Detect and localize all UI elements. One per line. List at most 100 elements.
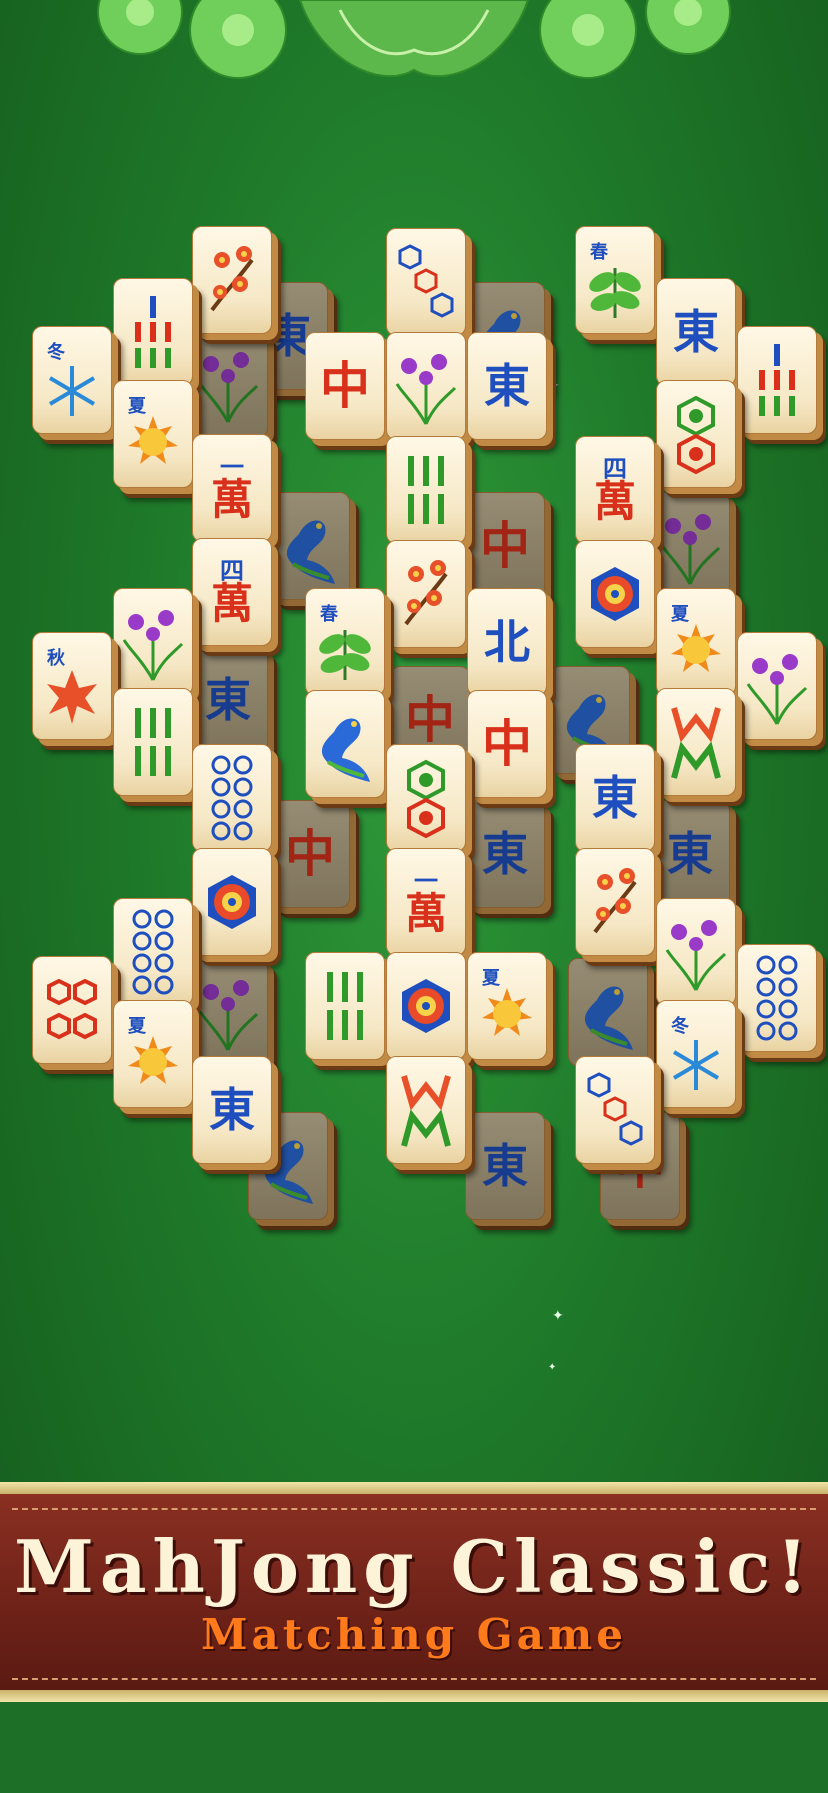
mahjong-tile-dot3[interactable] <box>386 228 466 336</box>
mahjong-tile-summer[interactable]: 夏 <box>467 952 547 1060</box>
mahjong-tile-dot2[interactable] <box>386 744 466 852</box>
red-dragon-tile-icon: 中 <box>480 516 530 575</box>
mahjong-tile-east[interactable]: 東 <box>467 332 547 440</box>
mahjong-tile-summer[interactable]: 夏 <box>113 1000 193 1108</box>
dot2-tile-icon <box>387 745 465 851</box>
dot3-tile-icon <box>387 229 465 335</box>
mahjong-tile-dot2[interactable] <box>656 380 736 488</box>
mahjong-tile-dot8[interactable] <box>113 898 193 1006</box>
bird-tile-icon <box>306 691 384 797</box>
mahjong-tile-char4[interactable]: 四萬 <box>192 538 272 646</box>
mahjong-tile-summer[interactable]: 夏 <box>113 380 193 488</box>
orchid-tile-icon <box>738 633 816 739</box>
char1-tile-icon: 一萬 <box>210 452 253 524</box>
bamboo6-tile-icon <box>387 437 465 543</box>
game-subtitle: Matching Game <box>201 1610 627 1659</box>
mahjong-tile-plum[interactable] <box>386 540 466 648</box>
mahjong-tile-orchid <box>188 330 268 438</box>
dot1-tile-icon <box>193 849 271 955</box>
bird-tile-icon <box>271 493 349 599</box>
east-tile-icon: 東 <box>592 771 638 825</box>
mahjong-tile-winter[interactable]: 冬 <box>32 326 112 434</box>
mahjong-tile-east[interactable]: 東 <box>192 1056 272 1164</box>
spring-tile-icon: 春 <box>306 589 384 695</box>
title-banner: MahJong Classic! Matching Game <box>0 1482 828 1712</box>
mahjong-tile-plum[interactable] <box>575 848 655 956</box>
spring-tile-icon: 春 <box>576 227 654 333</box>
svg-text:夏: 夏 <box>128 1016 147 1037</box>
dot8-tile-icon <box>738 945 816 1051</box>
red-dragon-tile-icon: 中 <box>285 824 335 883</box>
mahjong-tile-bamboo5[interactable] <box>737 326 817 434</box>
char4-tile-icon: 四萬 <box>210 556 253 628</box>
mahjong-tile-bamboo6[interactable] <box>305 952 385 1060</box>
summer-tile-icon: 夏 <box>114 1001 192 1107</box>
mahjong-tile-winter[interactable]: 冬 <box>656 1000 736 1108</box>
sparkle: ✦ <box>548 378 560 394</box>
mahjong-tile-east: 東 <box>650 800 730 908</box>
mahjong-tile-spring[interactable]: 春 <box>305 588 385 696</box>
east-tile-icon: 東 <box>667 827 713 881</box>
bamboo5-tile-icon <box>738 327 816 433</box>
mahjong-tile-dot1[interactable] <box>386 952 466 1060</box>
east-tile-icon: 東 <box>482 827 528 881</box>
sparkle: ✦ <box>548 1362 557 1373</box>
svg-text:冬: 冬 <box>47 341 65 363</box>
east-tile-icon: 東 <box>673 305 719 359</box>
mahjong-tile-dot8[interactable] <box>192 744 272 852</box>
mahjong-tile-orchid[interactable] <box>737 632 817 740</box>
mahjong-tile-orchid[interactable] <box>113 588 193 696</box>
wm-tile-icon <box>387 1057 465 1163</box>
mahjong-tile-bamboo5[interactable] <box>113 278 193 386</box>
mahjong-tile-char4[interactable]: 四萬 <box>575 436 655 544</box>
svg-text:夏: 夏 <box>482 968 501 989</box>
orchid-tile-icon <box>651 493 729 599</box>
bamboo6-tile-icon <box>306 953 384 1059</box>
dot8-tile-icon <box>193 745 271 851</box>
mahjong-tile-dot3[interactable] <box>575 1056 655 1164</box>
mahjong-tile-bamboo6[interactable] <box>113 688 193 796</box>
north-tile-icon: 北 <box>484 615 530 669</box>
east-tile-icon: 東 <box>484 359 530 413</box>
summer-tile-icon: 夏 <box>657 589 735 695</box>
mahjong-board: ✦ ✦ ✦ 東中東中中東東東中冬夏一萬四萬秋夏東中東春北中一萬夏春東四萬夏東冬 <box>0 0 828 1373</box>
mahjong-tile-red-dragon[interactable]: 中 <box>467 690 547 798</box>
char4-tile-icon: 四萬 <box>593 454 636 526</box>
mahjong-tile-summer[interactable]: 夏 <box>656 588 736 696</box>
mahjong-tile-wm[interactable] <box>656 688 736 796</box>
mahjong-tile-dot1[interactable] <box>575 540 655 648</box>
mahjong-tile-east[interactable]: 東 <box>656 278 736 386</box>
mahjong-tile-bird[interactable] <box>305 690 385 798</box>
plum-tile-icon <box>576 849 654 955</box>
mahjong-tile-east[interactable]: 東 <box>575 744 655 852</box>
winter-tile-icon: 冬 <box>657 1001 735 1107</box>
mahjong-tile-char1[interactable]: 一萬 <box>386 848 466 956</box>
mahjong-tile-plum[interactable] <box>192 226 272 334</box>
mahjong-tile-orchid[interactable] <box>656 898 736 1006</box>
mahjong-tile-spring[interactable]: 春 <box>575 226 655 334</box>
mahjong-tile-dot1[interactable] <box>192 848 272 956</box>
mahjong-tile-bamboo6[interactable] <box>386 436 466 544</box>
mahjong-tile-autumn[interactable]: 秋 <box>32 632 112 740</box>
mahjong-tile-red-dragon: 中 <box>465 492 545 600</box>
svg-text:春: 春 <box>590 241 609 263</box>
summer-tile-icon: 夏 <box>114 381 192 487</box>
wm-tile-icon <box>657 689 735 795</box>
mahjong-tile-dot4[interactable] <box>32 956 112 1064</box>
bamboo6-tile-icon <box>114 689 192 795</box>
east-tile-icon: 東 <box>209 1083 255 1137</box>
char1-tile-icon: 一萬 <box>404 866 447 938</box>
mahjong-tile-wm[interactable] <box>386 1056 466 1164</box>
orchid-tile-icon <box>657 899 735 1005</box>
dot4-tile-icon <box>33 957 111 1063</box>
dot1-tile-icon <box>387 953 465 1059</box>
mahjong-tile-char1[interactable]: 一萬 <box>192 434 272 542</box>
mahjong-tile-red-dragon[interactable]: 中 <box>305 332 385 440</box>
mahjong-tile-dot8[interactable] <box>737 944 817 1052</box>
mahjong-tile-north[interactable]: 北 <box>467 588 547 696</box>
svg-text:春: 春 <box>320 603 339 625</box>
mahjong-tile-orchid[interactable] <box>386 332 466 440</box>
sparkle: ✦ <box>552 1308 564 1324</box>
mahjong-tile-east: 東 <box>465 1112 545 1220</box>
plum-tile-icon <box>193 227 271 333</box>
